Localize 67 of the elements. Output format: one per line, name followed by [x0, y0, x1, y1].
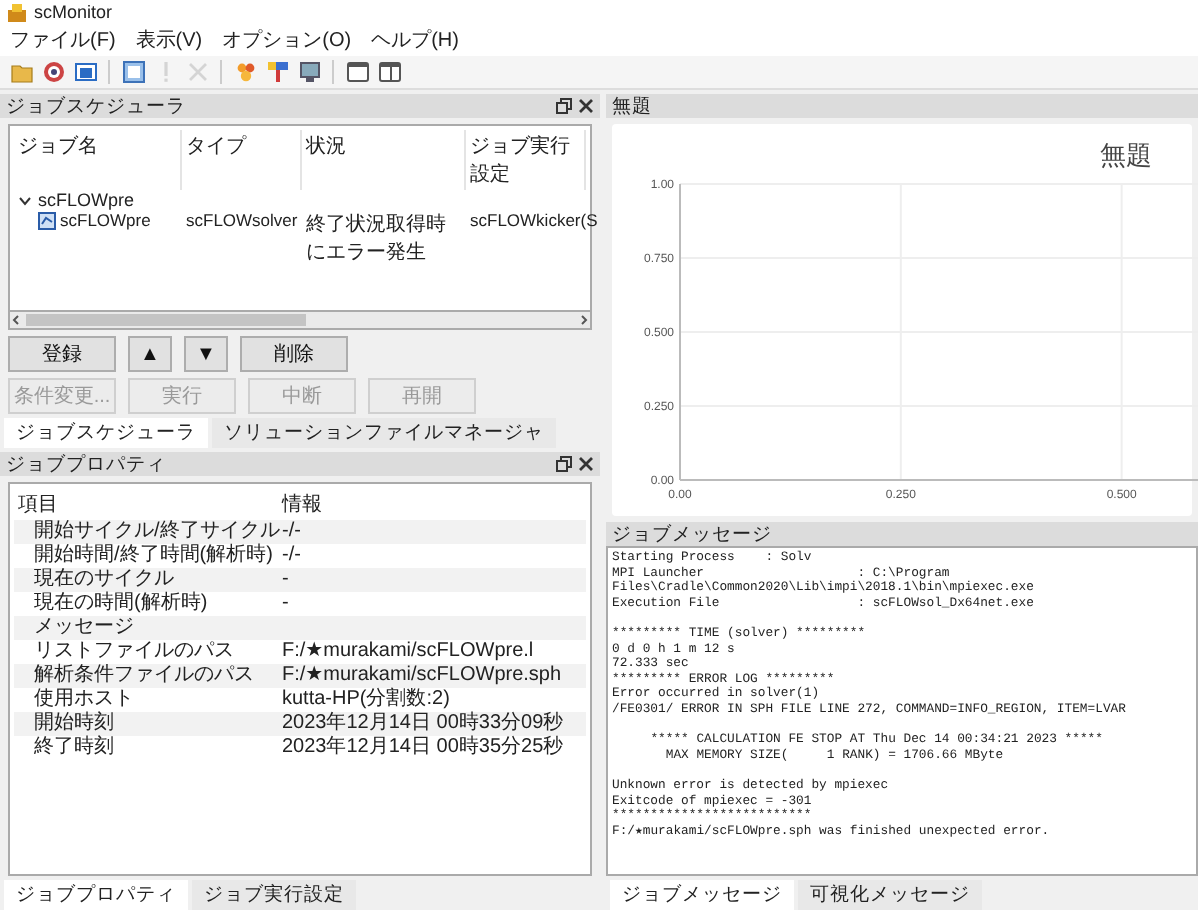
column-header: 項目: [18, 492, 60, 518]
property-name: 開始時間/終了時間(解析時): [32, 544, 275, 568]
property-name: 開始サイクル/終了サイクル: [32, 520, 282, 543]
split-window-icon[interactable]: [374, 58, 404, 86]
property-name: 使用ホスト: [32, 688, 136, 711]
property-value: 2023年12月14日 00時35分25秒: [282, 736, 566, 760]
job-type: scFLOWsolver: [184, 210, 300, 230]
tab[interactable]: ジョブプロパティ: [4, 880, 188, 910]
property-value: -/-: [282, 544, 303, 568]
property-value: 2023年12月14日 00時33分09秒: [282, 712, 566, 735]
panel-icon[interactable]: [118, 58, 148, 86]
scroll-left-icon[interactable]: [10, 314, 22, 326]
job-status: 終了状況取得時にエラー発生: [304, 211, 448, 266]
panel-title: ジョブプロパティ: [6, 451, 166, 477]
tab[interactable]: ソリューションファイルマネージャ: [212, 418, 556, 448]
action-button[interactable]: ▼: [184, 336, 228, 372]
property-value: F:/★murakami/scFLOWpre.l: [282, 640, 536, 664]
panel-title: ジョブメッセージ: [612, 521, 772, 547]
expand-caret-icon[interactable]: [18, 193, 32, 207]
dock-icon[interactable]: [556, 98, 572, 114]
menu-item[interactable]: 表示(V): [133, 26, 205, 54]
job-group-name: scFLOWpre: [38, 190, 135, 210]
tab[interactable]: ジョブメッセージ: [610, 880, 794, 910]
panel-title: ジョブスケジューラ: [6, 93, 186, 119]
dock-icon[interactable]: [556, 456, 572, 472]
menu-item[interactable]: ファイル(F): [8, 26, 118, 54]
horizontal-scrollbar[interactable]: [8, 312, 592, 330]
property-value: F:/★murakami/scFLOWpre.sph: [282, 664, 564, 687]
property-value: -: [282, 568, 291, 592]
menu-item[interactable]: オプション(O): [220, 26, 354, 54]
window-title: scMonitor: [34, 2, 113, 22]
close-icon[interactable]: [578, 98, 594, 114]
property-value: -: [282, 592, 291, 616]
property-value: kutta-HP(分割数:2): [282, 688, 452, 712]
property-name: 現在のサイクル: [32, 568, 176, 591]
property-value: -/-: [282, 520, 303, 544]
column-header: 情報: [282, 491, 324, 518]
panel-title: 無題: [612, 93, 652, 119]
job-setting: scFLOWkicker(S: [468, 210, 600, 230]
property-name: リストファイルのパス: [32, 640, 236, 663]
property-name: 解析条件ファイルのパス: [32, 664, 256, 688]
window-icon[interactable]: [342, 58, 372, 86]
action-button[interactable]: 削除: [240, 336, 348, 372]
tab[interactable]: ジョブ実行設定: [192, 880, 356, 910]
monitor-icon[interactable]: [294, 58, 324, 86]
app-icon: [8, 3, 26, 21]
tab[interactable]: ジョブスケジューラ: [4, 418, 208, 448]
job-name: scFLOWpre: [60, 210, 151, 230]
property-name: 終了時刻: [32, 736, 116, 760]
action-button[interactable]: 登録: [8, 336, 116, 372]
close-icon[interactable]: [578, 456, 594, 472]
menu-item[interactable]: ヘルプ(H): [369, 26, 461, 54]
chart-title: 無題: [1100, 140, 1152, 170]
window-icon[interactable]: [70, 58, 100, 86]
property-name: メッセージ: [32, 616, 136, 640]
property-name: 現在の時間(解析時): [32, 592, 210, 616]
column-header[interactable]: 状況: [302, 130, 466, 190]
column-header[interactable]: ジョブ実行設定: [466, 130, 586, 190]
property-name: 開始時刻: [32, 712, 116, 735]
target-icon[interactable]: [38, 58, 68, 86]
job-icon: [38, 211, 56, 229]
tab[interactable]: 可視化メッセージ: [798, 880, 982, 910]
column-header[interactable]: タイプ: [182, 130, 302, 190]
tree-node[interactable]: scFLOWpre: [14, 190, 586, 210]
scroll-right-icon[interactable]: [578, 314, 590, 326]
column-header[interactable]: ジョブ名: [14, 130, 182, 190]
action-button[interactable]: ▲: [128, 336, 172, 372]
